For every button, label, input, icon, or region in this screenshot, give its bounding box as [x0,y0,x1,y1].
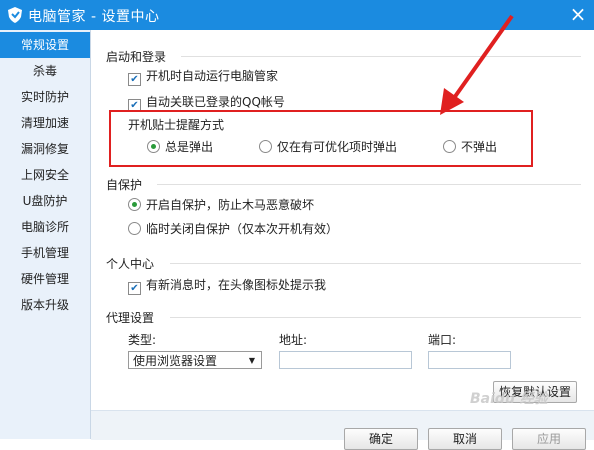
sidebar-item-hardware[interactable]: 硬件管理 [0,266,90,292]
sidebar-item-web-security[interactable]: 上网安全 [0,162,90,188]
apply-button[interactable]: 应用 [512,428,586,450]
cancel-button[interactable]: 取消 [428,428,502,450]
sidebar-item-antivirus[interactable]: 杀毒 [0,58,90,84]
proxy-address-label: 地址: [279,333,308,347]
self-protect-on-label: 开启自保护，防止木马恶意破坏 [146,198,315,212]
window-title: 电脑管家 - 设置中心 [28,9,160,25]
chevron-down-icon: ▼ [248,356,255,365]
sidebar-item-phone[interactable]: 手机管理 [0,240,90,266]
new-msg-label: 有新消息时，在头像图标处提示我 [146,278,327,292]
proxy-port-input[interactable] [428,351,511,369]
sidebar: 常规设置 杀毒 实时防护 清理加速 漏洞修复 上网安全 U盘防护 电脑诊所 手机… [0,30,91,439]
sidebar-item-cleanup[interactable]: 清理加速 [0,110,90,136]
shield-logo-icon [6,6,24,24]
sidebar-item-usb[interactable]: U盘防护 [0,188,90,214]
ok-button[interactable]: 确定 [344,428,418,450]
associate-qq-label: 自动关联已登录的QQ帐号 [146,95,285,109]
self-protect-off-label: 临时关闭自保护（仅本次开机有效） [146,222,339,236]
sidebar-item-upgrade[interactable]: 版本升级 [0,292,90,318]
divider [157,184,581,185]
autorun-label: 开机时自动运行电脑管家 [146,69,279,83]
section-proxy-title: 代理设置 [106,311,155,325]
new-msg-checkbox[interactable]: ✔ 有新消息时，在头像图标处提示我 [128,277,327,295]
close-icon[interactable]: × [566,2,590,26]
section-self-protect-title: 自保护 [106,178,143,192]
checkmark-icon: ✔ [128,73,141,86]
sidebar-item-clinic[interactable]: 电脑诊所 [0,214,90,240]
proxy-type-label: 类型: [128,333,157,347]
section-personal-title: 个人中心 [106,257,155,271]
proxy-type-select[interactable]: 使用浏览器设置 ▼ [128,351,262,369]
sidebar-item-realtime[interactable]: 实时防护 [0,84,90,110]
section-startup-title: 启动和登录 [106,50,167,64]
divider [170,317,581,318]
sidebar-item-patch[interactable]: 漏洞修复 [0,136,90,162]
divider [170,263,581,264]
proxy-address-input[interactable] [279,351,412,369]
annotation-arrow-icon [440,14,514,115]
watermark: Baidu 经验 [470,391,548,407]
sidebar-item-general[interactable]: 常规设置 [0,32,90,58]
radio-icon [128,222,141,235]
autorun-checkbox[interactable]: ✔ 开机时自动运行电脑管家 [128,68,279,86]
proxy-type-value: 使用浏览器设置 [133,354,218,368]
self-protect-off-radio[interactable]: 临时关闭自保护（仅本次开机有效） [128,221,338,237]
associate-qq-checkbox[interactable]: ✔ 自动关联已登录的QQ帐号 [128,94,285,112]
radio-selected-icon [128,198,141,211]
proxy-port-label: 端口: [428,333,457,347]
self-protect-on-radio[interactable]: 开启自保护，防止木马恶意破坏 [128,197,314,213]
footer-bar: 确定 取消 应用 [91,410,594,450]
checkmark-icon: ✔ [128,282,141,295]
